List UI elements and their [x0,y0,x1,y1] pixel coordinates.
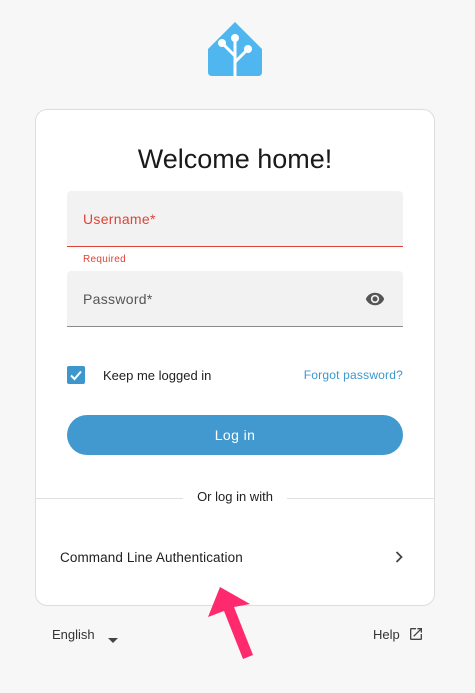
annotation-arrow-icon [206,583,266,663]
password-field[interactable]: Password* [67,271,403,327]
page-title: Welcome home! [137,144,333,174]
username-field[interactable]: Username* [67,191,403,247]
keep-logged-in-label[interactable]: Keep me logged in [103,368,211,383]
caret-down-icon [108,631,118,643]
login-page: Welcome home! Username* Required Passwor… [0,0,475,693]
open-in-new-icon [408,626,424,642]
login-card: Welcome home! Username* Required Passwor… [35,109,435,606]
language-selector[interactable]: English [52,626,118,644]
provider-command-line-auth[interactable]: Command Line Authentication [36,530,434,586]
provider-label: Command Line Authentication [60,550,243,565]
language-label: English [52,627,95,642]
username-label: Username* [83,211,156,227]
checkmark-icon [70,370,82,381]
divider-text: Or log in with [183,489,287,504]
help-link[interactable]: Help [373,626,422,644]
username-required-helper: Required [83,254,126,265]
login-button[interactable]: Log in [67,415,403,455]
help-label: Help [373,627,400,642]
eye-icon[interactable] [365,289,385,309]
keep-logged-in-checkbox[interactable] [67,366,85,384]
home-assistant-logo-icon [206,20,264,78]
forgot-password-link[interactable]: Forgot password? [304,368,403,382]
password-label: Password* [83,291,153,307]
chevron-right-icon [392,550,406,564]
